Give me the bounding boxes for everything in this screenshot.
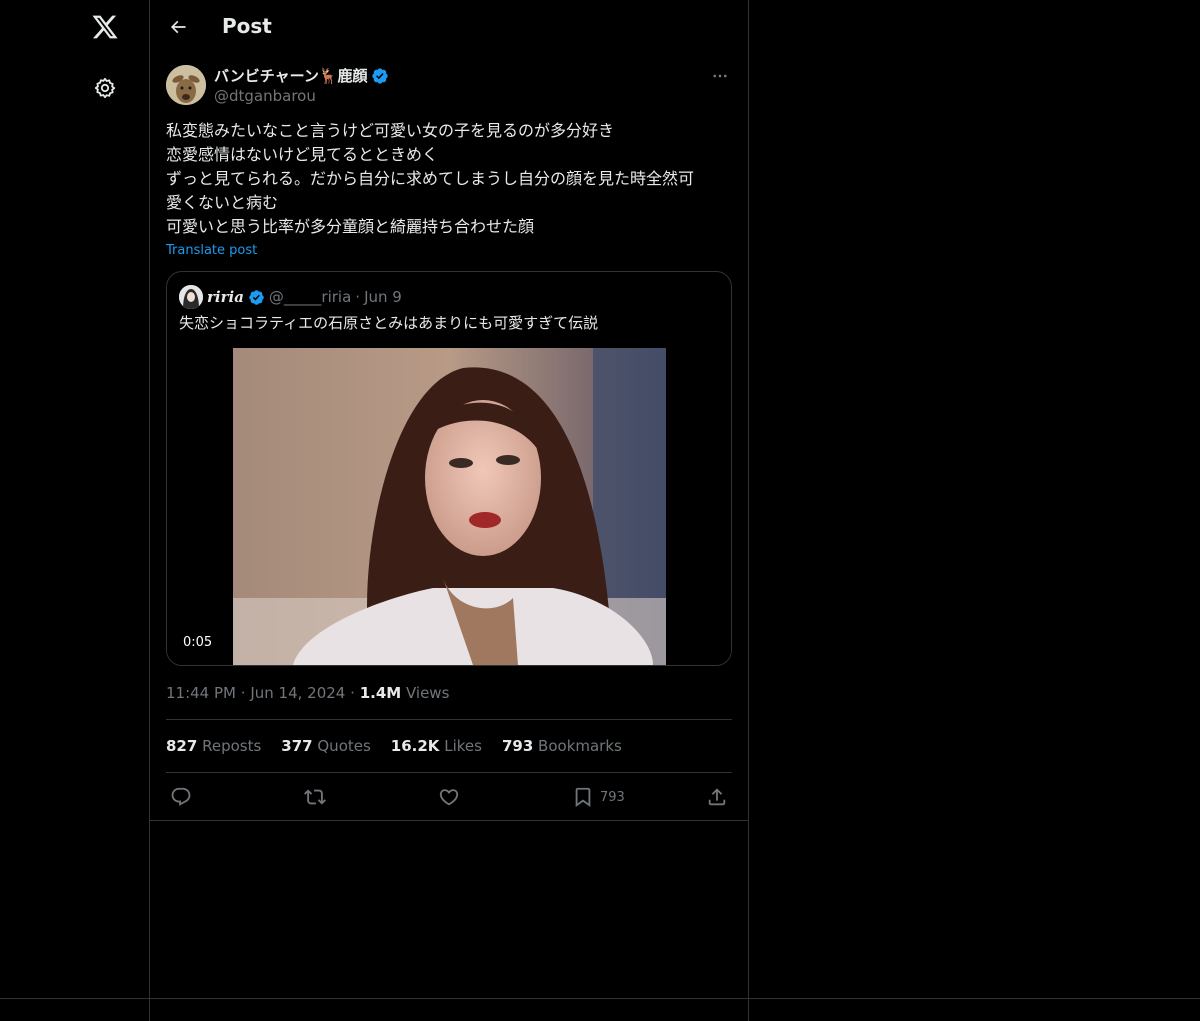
more-button[interactable] [708,64,732,88]
page-title: Post [222,14,272,38]
reposts-stat[interactable]: 827 Reposts [166,737,261,755]
back-arrow-icon [170,20,186,34]
post-author: バンビチャーン🦌鹿顔 @dtganbarou [166,64,732,108]
views-count: 1.4M [359,684,402,702]
post-stats: 827 Reposts 377 Quotes 16.2K Likes 793 B… [166,737,622,755]
quoted-author-handle: @_____riria [268,288,352,306]
repost-button[interactable] [304,782,326,812]
reply-button[interactable] [170,782,192,812]
reply-icon [171,787,191,806]
author-name[interactable]: バンビチャーン🦌鹿顔 [214,65,368,86]
post-text-line: ずっと見てられる。だから自分に求めてしまうし自分の顔を見た時全然可 [166,169,695,188]
likes-count: 16.2K [390,737,440,755]
post-text: 私変態みたいなこと言うけど可愛い女の子を見るのが多分好き 恋愛感情はないけど見て… [166,119,732,239]
like-button[interactable] [438,782,460,812]
post-text-line: 愛くないと病む [166,193,279,212]
quoted-author-name: riria [207,288,244,306]
top-bar: Post [150,0,748,54]
likes-stat[interactable]: 16.2K Likes [391,737,482,755]
bookmark-count: 793 [600,789,625,805]
divider [150,820,749,821]
separator-dot: · [355,288,361,306]
share-button[interactable] [706,782,728,812]
quoted-post-date: Jun 9 [364,288,402,306]
reposts-label: Reposts [202,737,262,755]
verified-badge-icon [371,67,388,84]
left-nav [0,0,150,1021]
divider [166,772,732,773]
likes-label: Likes [444,737,482,755]
repost-icon [304,789,326,805]
quoted-post-header: riria @_____riria · Jun 9 [179,285,402,309]
bookmark-icon [575,787,591,808]
app: Post バンビチャーン🦌鹿顔 @dtganbarou 私変態みたいなこと言うけ… [0,0,1200,1021]
quotes-stat[interactable]: 377 Quotes [281,737,371,755]
bookmarks-stat[interactable]: 793 Bookmarks [502,737,622,755]
post-text-line: 私変態みたいなこと言うけど可愛い女の子を見るのが多分好き [166,121,615,140]
x-logo-icon[interactable] [86,8,124,46]
main-column: Post バンビチャーン🦌鹿顔 @dtganbarou 私変態みたいなこと言うけ… [150,0,749,1021]
quotes-count: 377 [281,737,313,755]
post-text-line: 可愛いと思う比率が多分童顔と綺麗持ち合わせた顔 [166,217,535,236]
quoted-post[interactable]: riria @_____riria · Jun 9 失恋ショコラティエの石原さと… [166,271,732,666]
quoted-post-text: 失恋ショコラティエの石原さとみはあまりにも可愛すぎて伝説 [179,314,599,332]
quotes-label: Quotes [317,737,371,755]
author-handle[interactable]: @dtganbarou [214,87,316,105]
video-thumbnail [233,348,666,665]
post-actions: 793 [166,782,732,812]
verified-badge-icon [249,289,264,305]
quoted-avatar [179,285,203,309]
gear-icon[interactable] [89,72,121,104]
like-icon [439,789,459,806]
video-duration: 0:05 [177,634,219,651]
more-icon [713,74,727,78]
divider [166,719,732,720]
back-button[interactable] [164,13,192,41]
reposts-count: 827 [166,737,198,755]
video-player[interactable]: 0:05 [167,348,731,665]
post-time[interactable]: 11:44 PM [166,684,236,702]
bookmark-button[interactable]: 793 [572,782,625,812]
divider [0,998,1200,999]
avatar[interactable] [166,65,206,105]
author-name-row: バンビチャーン🦌鹿顔 [214,65,389,86]
post-meta: 11:44 PM · Jun 14, 2024 · 1.4M Views [166,684,449,702]
share-icon [708,788,726,806]
post-date[interactable]: Jun 14, 2024 [250,684,345,702]
translate-post-link[interactable]: Translate post [166,243,257,258]
bookmarks-count: 793 [501,737,534,755]
bookmarks-label: Bookmarks [538,737,622,755]
post-text-line: 恋愛感情はないけど見てるとときめく [166,145,439,164]
separator-dot: · [240,684,246,702]
views-label: Views [405,684,450,702]
